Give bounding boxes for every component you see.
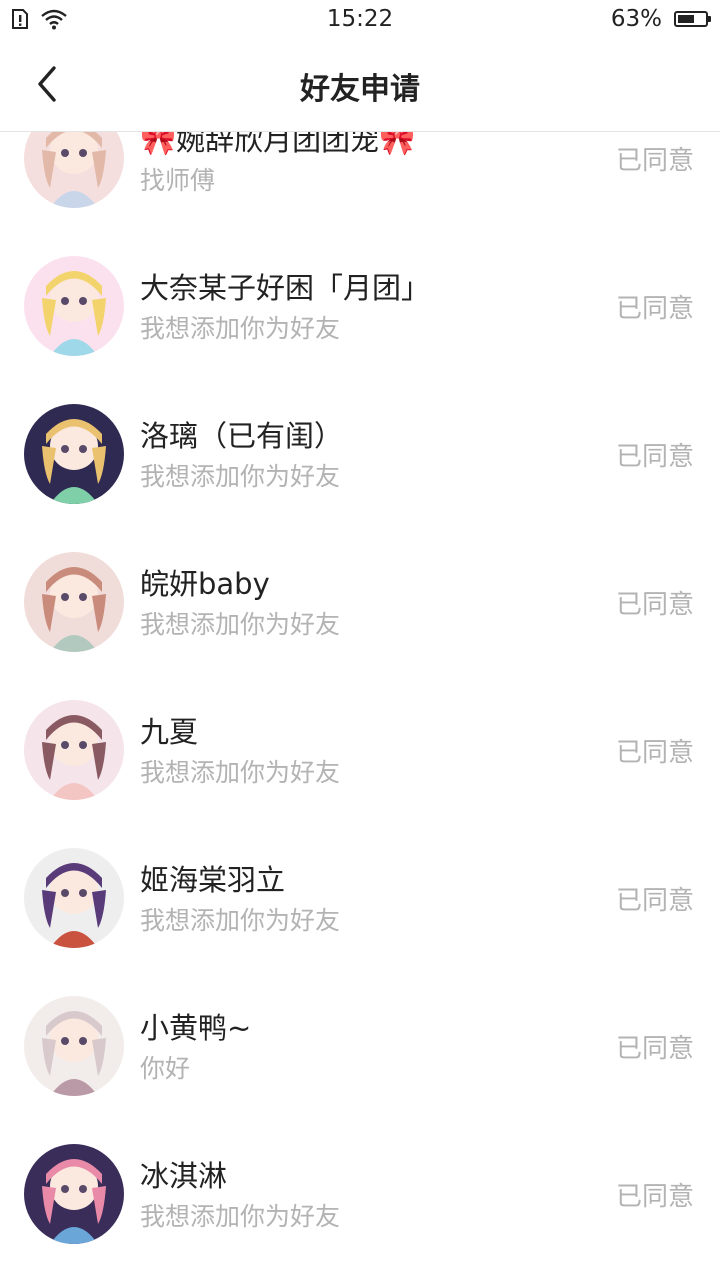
- friend-request-row[interactable]: 皖妍baby 我想添加你为好友 已同意: [0, 528, 720, 676]
- friend-request-row[interactable]: 小黄鸭~ 你好 已同意: [0, 972, 720, 1120]
- requester-name: 冰淇淋: [140, 1159, 228, 1193]
- avatar[interactable]: [24, 700, 124, 800]
- requester-name: 九夏: [140, 715, 199, 749]
- request-message: 我想添加你为好友: [140, 610, 341, 639]
- request-message: 我想添加你为好友: [140, 906, 341, 935]
- request-status-label: 已同意: [615, 1034, 694, 1064]
- avatar[interactable]: [24, 256, 124, 356]
- friend-request-list-content: 🎀婉辞欣月团团宠🎀 找师傅 已同意 大奈某子好困「月团」 我想添加你为好友 已同意 洛璃（已…: [0, 132, 720, 1268]
- requester-name: 🎀婉辞欣月团团宠🎀: [140, 132, 416, 157]
- friend-request-row[interactable]: 洛璃（已有闺） 我想添加你为好友 已同意: [0, 380, 720, 528]
- request-status-label: 已同意: [615, 738, 694, 768]
- request-status-label: 已同意: [615, 590, 694, 620]
- requester-name: 姬海棠羽立: [140, 863, 286, 897]
- request-message: 你好: [140, 1054, 191, 1083]
- request-status-label: 已同意: [615, 146, 694, 176]
- request-status-label: 已同意: [615, 294, 694, 324]
- nav-header: 好友申请: [0, 40, 720, 132]
- request-message: 我想添加你为好友: [140, 758, 341, 787]
- request-message: 我想添加你为好友: [140, 314, 341, 343]
- request-status-label: 已同意: [615, 1182, 694, 1212]
- requester-name: 大奈某子好困「月团」: [140, 271, 431, 305]
- requester-name: 小黄鸭~: [140, 1011, 252, 1045]
- requester-name: 皖妍baby: [140, 567, 270, 601]
- request-status-label: 已同意: [615, 886, 694, 916]
- friend-request-row[interactable]: 九夏我想添加你为好友 已同意: [0, 676, 720, 824]
- friend-request-row[interactable]: 🎀婉辞欣月团团宠🎀 找师傅 已同意: [0, 132, 720, 232]
- request-message: 我想添加你为好友: [140, 1202, 341, 1231]
- avatar[interactable]: [24, 552, 124, 652]
- friend-request-row[interactable]: 姬海棠羽立我想添加你为好友 已同意: [0, 824, 720, 972]
- avatar[interactable]: [24, 1144, 124, 1244]
- avatar[interactable]: [24, 848, 124, 948]
- status-icons-right: 63%: [610, 6, 711, 32]
- friend-request-row[interactable]: 冰淇淋我想添加你为好友 已同意: [0, 1120, 720, 1268]
- requester-name: 洛璃（已有闺）: [140, 419, 344, 453]
- avatar[interactable]: [24, 404, 124, 504]
- battery-icon: [674, 11, 711, 27]
- request-message: 我想添加你为好友: [140, 462, 341, 491]
- avatar[interactable]: [24, 996, 124, 1096]
- battery-percent: 63%: [610, 6, 662, 32]
- battery-level: [678, 15, 694, 23]
- request-message: 找师傅: [140, 166, 216, 195]
- friend-request-row[interactable]: 大奈某子好困「月团」我想添加你为好友 已同意: [0, 232, 720, 380]
- avatar[interactable]: [24, 132, 124, 208]
- page-title: 好友申请: [300, 72, 420, 107]
- friend-request-list[interactable]: 🎀婉辞欣月团团宠🎀 找师傅 已同意 大奈某子好困「月团」 我想添加你为好友 已同意 洛璃（已…: [0, 132, 720, 1280]
- request-status-label: 已同意: [615, 442, 694, 472]
- status-bar: 15:22 63%: [0, 0, 720, 40]
